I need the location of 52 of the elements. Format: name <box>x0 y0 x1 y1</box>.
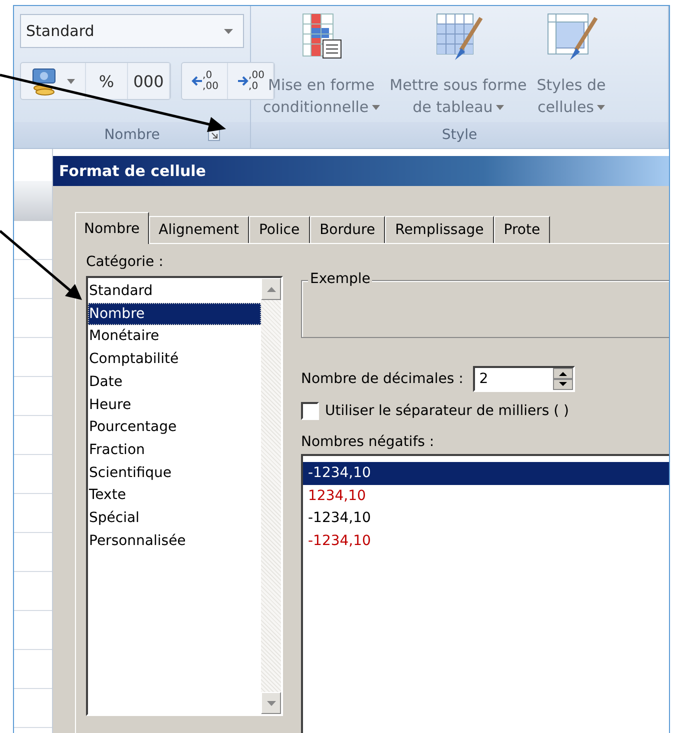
tab[interactable]: Bordure <box>310 216 386 243</box>
style-button[interactable]: Styles de cellules <box>536 12 606 122</box>
group-label: Nombre <box>104 127 160 143</box>
category-label: Catégorie : <box>86 254 164 270</box>
tab[interactable]: Nombre <box>75 212 149 244</box>
category-item[interactable]: Monétaire <box>88 325 261 348</box>
category-item[interactable]: Comptabilité <box>88 348 261 371</box>
checkbox-label: Utiliser le séparateur de milliers ( ) <box>325 403 569 419</box>
increase-decimal-button[interactable]: ,0 ,00 <box>182 63 228 99</box>
dialog-title: Format de cellule <box>59 162 206 180</box>
left-arrow-icon <box>190 76 203 86</box>
number-format-item[interactable]: -1234,10 <box>303 462 669 484</box>
number-format-item[interactable]: -1234,10 <box>303 530 669 552</box>
caret-icon <box>372 104 380 110</box>
category-item[interactable]: Texte <box>88 484 261 508</box>
spinner-arrows-icon <box>553 368 574 390</box>
right-arrow-icon <box>236 76 249 86</box>
category-item[interactable]: Date <box>88 370 261 394</box>
number-format-item[interactable]: -1234,10 <box>303 507 669 530</box>
tab[interactable]: Prote <box>494 216 550 243</box>
negative-numbers-label: Nombres négatifs : <box>301 434 436 450</box>
decimals-spinner[interactable]: 2 <box>473 366 576 392</box>
style-button[interactable]: Mettre sous forme de tableau <box>390 12 527 122</box>
caret-icon <box>596 104 605 110</box>
category-item[interactable]: Scientifique <box>88 462 261 484</box>
thousands-button[interactable]: 000 <box>128 63 170 99</box>
example-label: Exemple <box>308 271 372 287</box>
category-item[interactable]: Personnalisée <box>88 530 261 552</box>
scroll-down-button[interactable] <box>261 692 281 714</box>
number-format-item[interactable]: 1234,10 <box>303 484 669 507</box>
category-item[interactable]: Pourcentage <box>88 416 261 439</box>
number-format-dropdown[interactable]: Standard <box>20 14 244 48</box>
caret-icon <box>224 28 233 34</box>
group-label: Style <box>442 127 478 143</box>
down-arrow-icon <box>266 700 276 706</box>
category-list[interactable]: Standard Nombre Monétaire Comptabilité Date Heure Pourcentage Fraction Scientifique Texte Spécial Personnalisée <box>86 276 283 716</box>
checkbox[interactable] <box>301 402 319 420</box>
up-arrow-icon <box>266 286 276 292</box>
negative-numbers-list[interactable]: -1234,10 1234,10 -1234,10 -1234,10 <box>301 454 669 733</box>
caret-icon <box>496 104 504 110</box>
percent-button[interactable]: % <box>86 63 128 99</box>
category-item[interactable]: Standard <box>88 280 261 303</box>
caret-icon <box>67 78 75 84</box>
category-item[interactable]: Nombre <box>88 302 261 326</box>
scroll-up-button[interactable] <box>261 278 281 300</box>
decimals-label: Nombre de décimales : <box>301 371 464 387</box>
tab[interactable]: Remplissage <box>385 216 494 243</box>
tab[interactable]: Police <box>248 216 310 243</box>
category-item[interactable]: Fraction <box>88 438 261 462</box>
category-item[interactable]: Spécial <box>88 507 261 530</box>
category-item[interactable]: Heure <box>88 394 261 416</box>
tab[interactable]: Alignement <box>148 216 249 243</box>
